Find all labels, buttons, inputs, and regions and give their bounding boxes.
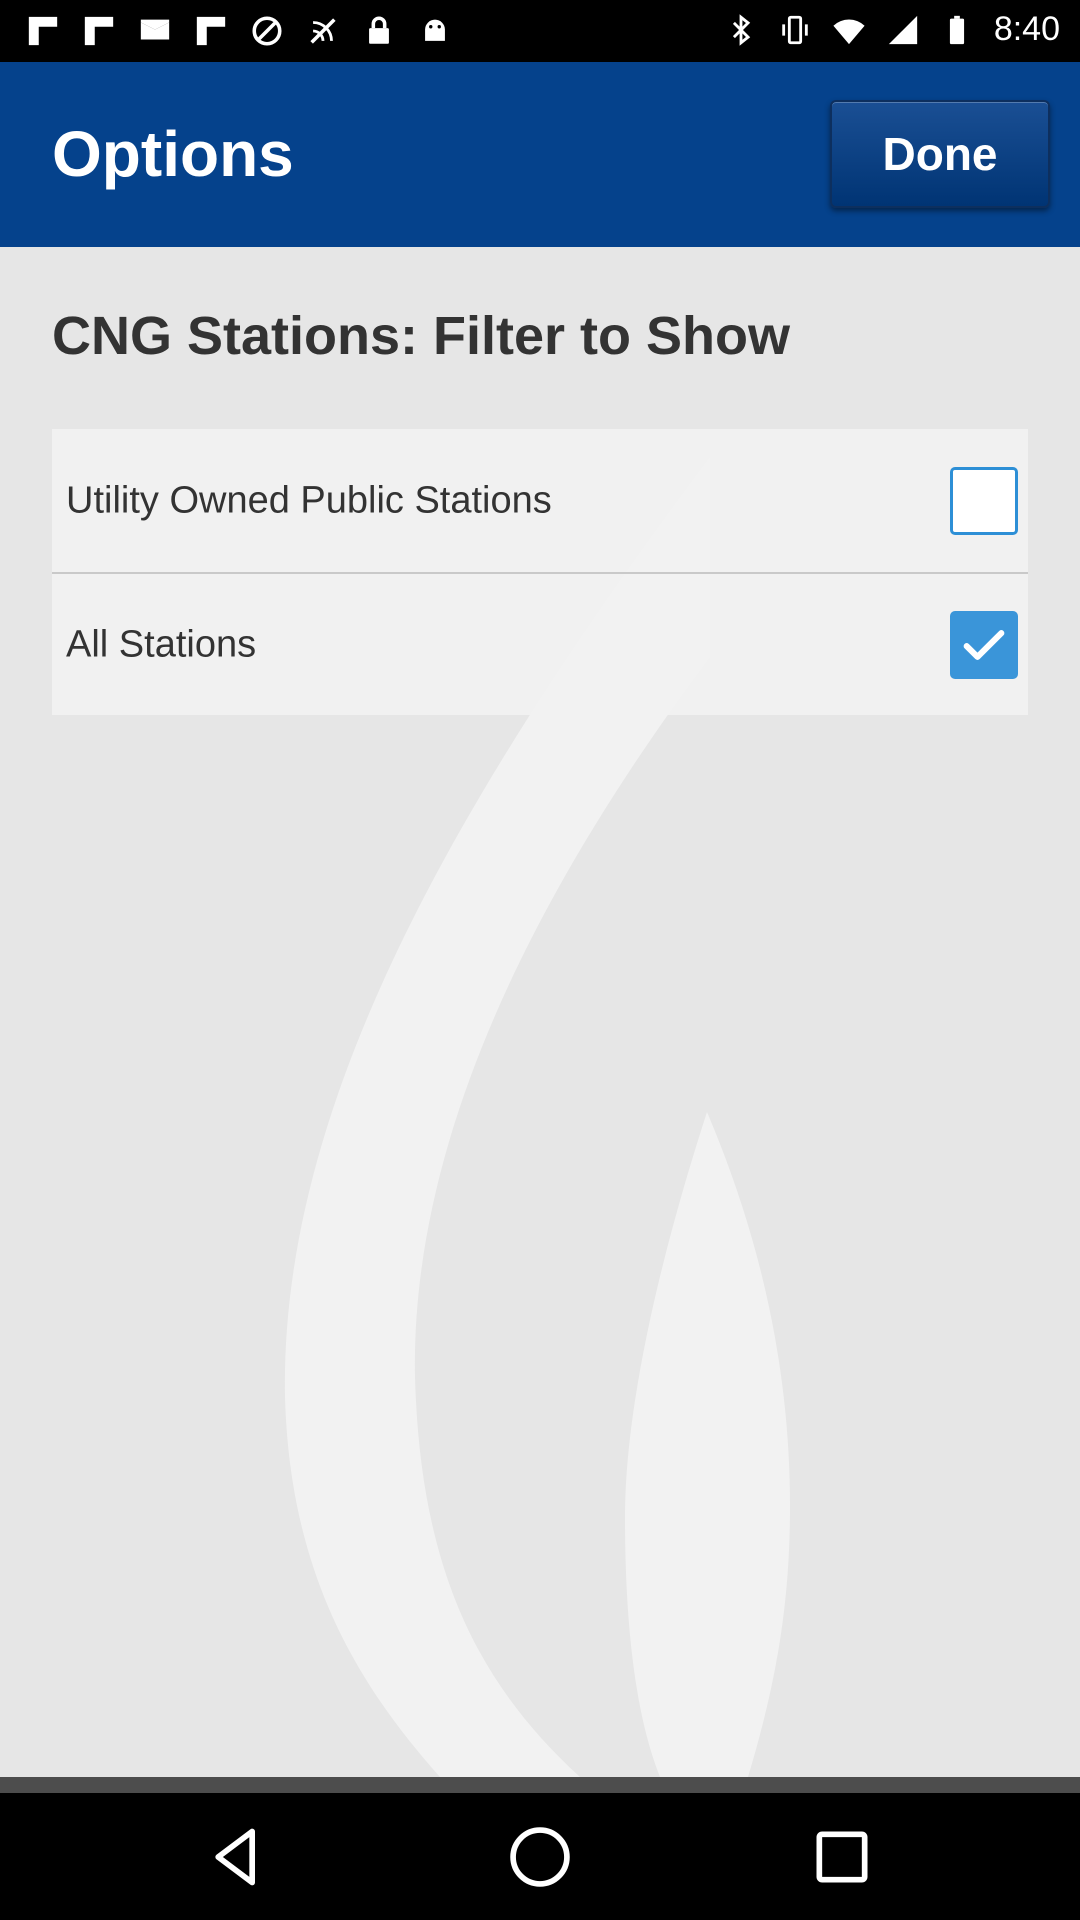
bottom-divider [0, 1777, 1080, 1793]
option-utility-owned-public-stations[interactable]: Utility Owned Public Stations [52, 429, 1028, 572]
recents-icon [816, 1831, 868, 1883]
checkmark-icon [963, 629, 1005, 660]
options-content: CNG Stations: Filter to Show Utility Own… [0, 247, 1080, 1777]
option-label: Utility Owned Public Stations [66, 479, 552, 521]
back-button[interactable] [204, 1823, 272, 1891]
android-icon [418, 12, 452, 50]
battery-icon [940, 11, 974, 49]
option-all-stations[interactable]: All Stations [52, 572, 1028, 715]
lock-icon [362, 12, 396, 50]
vibrate-icon [778, 11, 812, 49]
option-label: All Stations [66, 623, 257, 665]
back-icon [215, 1828, 256, 1886]
home-button[interactable] [506, 1823, 574, 1891]
flipboard-icon [194, 12, 228, 50]
done-button[interactable]: Done [830, 100, 1050, 208]
bluetooth-icon [724, 11, 758, 49]
email-icon [138, 12, 172, 50]
app-header: Options Done [0, 62, 1080, 247]
signal-icon [886, 11, 920, 49]
status-notification-icons [26, 12, 452, 50]
no-signal-icon [306, 12, 340, 50]
section-title: CNG Stations: Filter to Show [52, 306, 790, 366]
home-icon [510, 1827, 570, 1887]
status-bar: 8:40 [0, 0, 1080, 62]
flipboard-icon [26, 12, 60, 50]
recents-button[interactable] [808, 1823, 876, 1891]
utility-owned-public-stations-checkbox[interactable] [950, 466, 1018, 535]
page-title: Options [52, 118, 294, 190]
blocked-icon [250, 12, 284, 50]
flipboard-icon [82, 12, 116, 50]
status-system-icons: 8:40 [724, 10, 1060, 49]
status-time: 8:40 [993, 10, 1060, 48]
wifi-icon [832, 11, 866, 49]
all-stations-checkbox[interactable] [950, 610, 1018, 679]
filter-option-list: Utility Owned Public Stations All Statio… [52, 429, 1028, 715]
navigation-bar [0, 1793, 1080, 1920]
